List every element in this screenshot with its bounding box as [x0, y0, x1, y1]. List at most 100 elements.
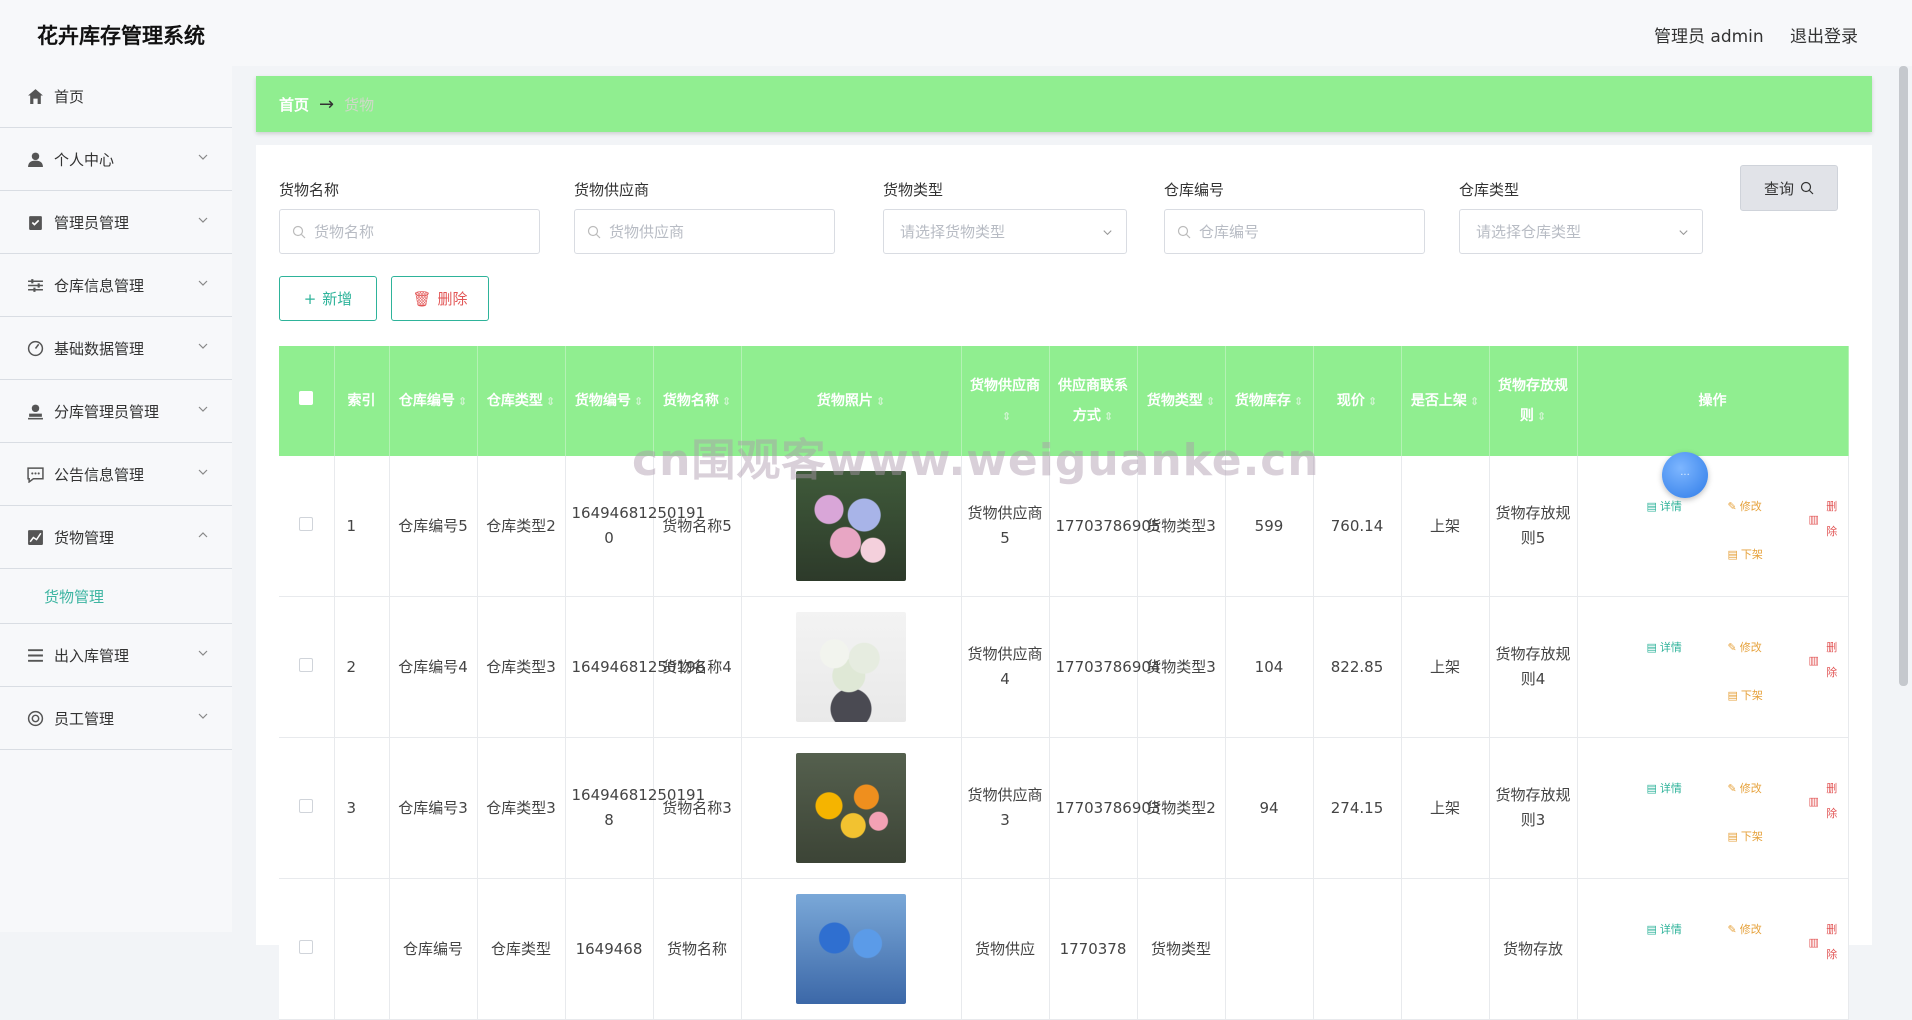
column-header[interactable]: 仓库编号 ⇕: [389, 346, 478, 456]
chevron-down-icon: [198, 406, 208, 412]
sort-icon[interactable]: ⇕: [634, 395, 643, 408]
cell-goods-no: 16494681250191 8: [565, 737, 705, 879]
warehouse-type-placeholder: 请选择仓库类型: [1476, 223, 1582, 241]
sort-icon[interactable]: ⇕: [1002, 410, 1011, 423]
cell-phone: 1770378: [1049, 878, 1138, 1020]
flower-bouquet-photo[interactable]: [796, 894, 906, 1004]
column-header: 索引: [334, 346, 390, 456]
warehouse-type-select[interactable]: 请选择仓库类型: [1459, 209, 1703, 254]
sort-icon[interactable]: ⇕: [458, 395, 467, 408]
table-row[interactable]: 仓库编号 仓库类型 1649468 货物名称 货物供应 1770378 货物类型…: [279, 878, 1849, 1020]
sidebar-item-warehouse[interactable]: 仓库信息管理: [0, 254, 232, 317]
pencil-icon: ✎: [1727, 923, 1737, 936]
off-shelf-button[interactable]: ▤ 下架: [1728, 542, 1763, 567]
gauge-icon: [27, 340, 44, 357]
cell-warehouse-type: 仓库类型: [477, 878, 566, 1020]
sort-icon[interactable]: ⇕: [1470, 395, 1479, 408]
sidebar-item-admins[interactable]: 管理员管理: [0, 191, 232, 254]
document-icon: ▤: [1727, 689, 1738, 702]
query-button[interactable]: 查询: [1740, 165, 1838, 211]
column-header[interactable]: 现价 ⇕: [1313, 346, 1402, 456]
document-icon: ▤: [1646, 500, 1657, 513]
column-header[interactable]: 仓库类型 ⇕: [477, 346, 566, 456]
select-all-cell[interactable]: [279, 346, 335, 456]
off-shelf-button[interactable]: ▤ 下架: [1728, 824, 1763, 849]
floating-assistant-button[interactable]: ···: [1662, 452, 1708, 498]
column-header[interactable]: 货物存放规则 ⇕: [1489, 346, 1578, 456]
clipboard-icon: [27, 214, 44, 231]
sort-icon[interactable]: ⇕: [722, 395, 731, 408]
app-title: 花卉库存管理系统: [37, 24, 205, 48]
logout-link[interactable]: 退出登录: [1790, 22, 1858, 47]
cell-index: 1: [334, 456, 390, 597]
filter-supplier-label: 货物供应商: [574, 181, 650, 199]
sort-icon[interactable]: ⇕: [1104, 410, 1113, 423]
delete-button[interactable]: 🗑 删除: [391, 276, 489, 321]
sort-icon[interactable]: ⇕: [1294, 395, 1303, 408]
page-scrollbar[interactable]: [1899, 66, 1908, 686]
supplier-input[interactable]: 货物供应商: [574, 209, 835, 254]
breadcrumb-home[interactable]: 首页: [279, 94, 309, 115]
row-delete-button[interactable]: ▥ 删除: [1809, 494, 1842, 544]
row-delete-button[interactable]: ▥ 删除: [1809, 776, 1842, 826]
sort-icon[interactable]: ⇕: [1537, 410, 1546, 423]
detail-button[interactable]: ▤ 详情: [1647, 917, 1682, 942]
goods-type-select[interactable]: 请选择货物类型: [883, 209, 1127, 254]
row-checkbox[interactable]: [299, 939, 314, 954]
cell-rule: 货物存放规则4: [1489, 596, 1578, 738]
edit-button[interactable]: ✎ 修改: [1728, 917, 1762, 942]
goods-name-input[interactable]: 货物名称: [279, 209, 540, 254]
cell-ops: ▤ 详情 ✎ 修改 ▥ 删除 ▤ 下架: [1577, 456, 1849, 597]
edit-button[interactable]: ✎ 修改: [1728, 494, 1762, 519]
lifebuoy-icon: [27, 710, 44, 727]
sort-icon[interactable]: ⇕: [546, 395, 555, 408]
sidebar-item-inout[interactable]: 出入库管理: [0, 624, 232, 687]
row-delete-button[interactable]: ▥ 删除: [1809, 635, 1842, 685]
select-all-checkbox[interactable]: [299, 391, 314, 405]
sidebar-item-label: 管理员管理: [54, 213, 130, 232]
cell-on-shelf: 上架: [1401, 456, 1490, 597]
edit-button[interactable]: ✎ 修改: [1728, 776, 1762, 801]
sidebar-item-label: 分库管理员管理: [54, 402, 160, 421]
table-row[interactable]: 3 仓库编号3 仓库类型3 16494681250191 8 货物名称3 货物供…: [279, 737, 1849, 879]
sidebar-item-home[interactable]: 首页: [0, 66, 232, 128]
sort-icon[interactable]: ⇕: [1206, 395, 1215, 408]
cell-ops: ▤ 详情 ✎ 修改 ▥ 删除 ▤ 下架: [1577, 737, 1849, 879]
sort-icon[interactable]: ⇕: [876, 395, 885, 408]
detail-button[interactable]: ▤ 详情: [1647, 494, 1682, 519]
column-header: 操作: [1577, 346, 1849, 456]
row-checkbox[interactable]: [299, 516, 314, 531]
edit-button[interactable]: ✎ 修改: [1728, 635, 1762, 660]
sidebar-item-label: 员工管理: [54, 709, 115, 728]
sidebar-item-goods[interactable]: 货物管理: [0, 506, 232, 569]
table-row[interactable]: 2 仓库编号4 仓库类型3 16494681250196 货物名称4 货物供应商…: [279, 596, 1849, 738]
chevron-down-icon: [198, 217, 208, 223]
top-bar: 花卉库存管理系统 管理员 admin 退出登录: [0, 0, 1912, 66]
cell-supplier: 货物供应商4: [961, 596, 1050, 738]
column-header[interactable]: 是否上架 ⇕: [1401, 346, 1490, 456]
flower-bouquet-photo[interactable]: [796, 753, 906, 863]
goods-name-placeholder: 货物名称: [314, 223, 375, 241]
sidebar-subitem-goods-management[interactable]: 货物管理: [0, 569, 232, 624]
detail-button[interactable]: ▤ 详情: [1647, 635, 1682, 660]
warehouse-no-input[interactable]: 仓库编号: [1164, 209, 1425, 254]
row-delete-button[interactable]: ▥ 删除: [1809, 917, 1842, 967]
sidebar-item-label: 货物管理: [54, 528, 115, 547]
trash-icon: 🗑: [412, 289, 432, 308]
add-button[interactable]: + 新增: [279, 276, 377, 321]
row-checkbox[interactable]: [299, 657, 314, 672]
sidebar-item-personal[interactable]: 个人中心: [0, 128, 232, 191]
flower-bouquet-photo[interactable]: [796, 612, 906, 722]
sidebar-item-staff[interactable]: 员工管理: [0, 687, 232, 750]
detail-button[interactable]: ▤ 详情: [1647, 776, 1682, 801]
search-icon: [1177, 225, 1191, 238]
delete-button-label: 删除: [437, 290, 468, 308]
sort-icon[interactable]: ⇕: [1368, 395, 1377, 408]
off-shelf-button[interactable]: ▤ 下架: [1728, 683, 1763, 708]
row-checkbox[interactable]: [299, 798, 314, 813]
chevron-down-icon: [198, 343, 208, 349]
search-icon: [1800, 181, 1814, 195]
sidebar-item-basedata[interactable]: 基础数据管理: [0, 317, 232, 380]
sidebar-item-branch-admins[interactable]: 分库管理员管理: [0, 380, 232, 443]
sidebar-item-notices[interactable]: 公告信息管理: [0, 443, 232, 506]
